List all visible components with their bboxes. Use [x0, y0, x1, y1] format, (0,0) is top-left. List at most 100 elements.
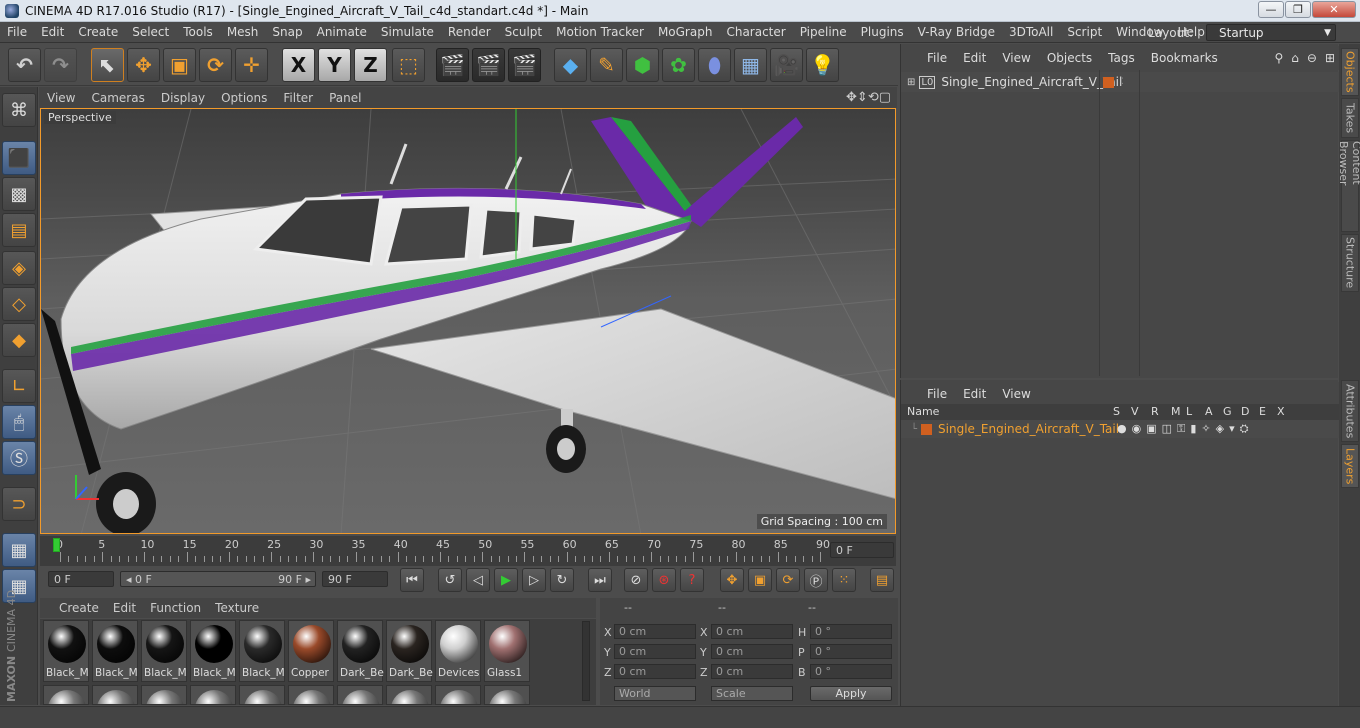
layer-column-header[interactable]: X	[1277, 405, 1285, 418]
size-y-field[interactable]: 0 cm	[711, 644, 793, 659]
next-frame-button[interactable]: ▷	[522, 568, 546, 592]
obj-menu-view[interactable]: View	[994, 51, 1038, 65]
layer-menu-edit[interactable]: Edit	[955, 387, 994, 401]
obj-menu-tags[interactable]: Tags	[1100, 51, 1143, 65]
coordinate-system-button[interactable]: ⬚	[392, 48, 425, 82]
go-to-start-button[interactable]: ⏮	[400, 568, 424, 592]
x-axis-lock[interactable]: X	[282, 48, 315, 82]
menu-file[interactable]: File	[0, 25, 34, 39]
camera-button[interactable]: 🎥	[770, 48, 803, 82]
render-to-picture-viewer-button[interactable]: 🎬	[472, 48, 505, 82]
start-frame-field[interactable]: 0 F	[48, 571, 114, 587]
rotation-p-field[interactable]: 0 °	[810, 644, 892, 659]
coordinate-space-select[interactable]: World	[614, 686, 696, 701]
render-view-button[interactable]: 🎬	[436, 48, 469, 82]
position-y-field[interactable]: 0 cm	[614, 644, 696, 659]
search-icon[interactable]: ⚲	[1270, 51, 1287, 65]
link-icon[interactable]: ⊖	[1303, 51, 1321, 65]
object-row[interactable]: ⊞ L0 Single_Engined_Aircraft_V_Tail ⁚	[901, 72, 1339, 92]
menu-character[interactable]: Character	[719, 25, 792, 39]
key-rotate-button[interactable]: ⟳	[776, 568, 800, 592]
new-window-icon[interactable]: ⊞	[1321, 51, 1339, 65]
floor-button[interactable]: ▦	[734, 48, 767, 82]
material-swatch[interactable]: Black_M	[190, 620, 236, 682]
home-icon[interactable]: ⌂	[1287, 51, 1303, 65]
menu-select[interactable]: Select	[125, 25, 176, 39]
viewport-menu-options[interactable]: Options	[213, 91, 275, 105]
layer-column-header[interactable]: R	[1151, 405, 1159, 418]
layer-column-header[interactable]: A	[1205, 405, 1213, 418]
material-swatch[interactable]	[141, 685, 187, 705]
object-name[interactable]: Single_Engined_Aircraft_V_Tail	[941, 75, 1122, 89]
layer-column-header[interactable]: V	[1131, 405, 1139, 418]
material-menu-texture[interactable]: Texture	[208, 601, 266, 615]
texture-mode-button[interactable]: ▩	[2, 177, 36, 211]
play-button[interactable]: ▶	[494, 568, 518, 592]
position-x-field[interactable]: 0 cm	[614, 624, 696, 639]
viewport-nav-icons[interactable]: ✥⇕⟲▢	[838, 90, 897, 105]
viewport-menu-display[interactable]: Display	[153, 91, 213, 105]
cube-object-button[interactable]: ◆	[554, 48, 587, 82]
material-swatch[interactable]: Glass1	[484, 620, 530, 682]
workplane-mode-button[interactable]: ▤	[2, 213, 36, 247]
rotate-tool[interactable]: ⟳	[199, 48, 232, 82]
menu-animate[interactable]: Animate	[310, 25, 374, 39]
end-frame-field[interactable]: 90 F	[322, 571, 388, 587]
snap-button[interactable]: Ⓢ	[2, 441, 36, 475]
model-mode-button[interactable]: ⬛	[2, 141, 36, 175]
menu-edit[interactable]: Edit	[34, 25, 71, 39]
viewport-menu-view[interactable]: View	[39, 91, 83, 105]
transform-tool[interactable]: ✛	[235, 48, 268, 82]
material-swatch[interactable]: Black_M	[239, 620, 285, 682]
material-swatch[interactable]: Devices	[435, 620, 481, 682]
layer-column-header[interactable]: S	[1113, 405, 1120, 418]
menu-snap[interactable]: Snap	[265, 25, 309, 39]
menu-vray-bridge[interactable]: V-Ray Bridge	[911, 25, 1002, 39]
layer-name[interactable]: Single_Engined_Aircraft_V_Tail	[938, 422, 1119, 436]
menu-tools[interactable]: Tools	[176, 25, 220, 39]
y-axis-lock[interactable]: Y	[318, 48, 351, 82]
viewport-menu-panel[interactable]: Panel	[321, 91, 369, 105]
layer-column-header[interactable]: D	[1241, 405, 1249, 418]
layer-column-header[interactable]: L	[1186, 405, 1192, 418]
expand-icon[interactable]: ⊞	[907, 77, 915, 88]
current-frame-field[interactable]: 0 F	[830, 542, 894, 558]
points-mode-button[interactable]: ◈	[2, 251, 36, 285]
material-swatch[interactable]	[239, 685, 285, 705]
previous-key-button[interactable]: ↺	[438, 568, 462, 592]
live-selection-tool[interactable]: ⬉	[91, 48, 124, 82]
material-swatch[interactable]: Black_M	[141, 620, 187, 682]
position-z-field[interactable]: 0 cm	[614, 664, 696, 679]
menu-script[interactable]: Script	[1060, 25, 1109, 39]
material-menu-edit[interactable]: Edit	[106, 601, 143, 615]
next-key-button[interactable]: ↻	[550, 568, 574, 592]
menu-mograph[interactable]: MoGraph	[651, 25, 720, 39]
record-position-button[interactable]: ⊘	[624, 568, 648, 592]
move-tool[interactable]: ✥	[127, 48, 160, 82]
layer-column-header[interactable]: E	[1259, 405, 1266, 418]
edit-render-settings-button[interactable]: 🎬	[508, 48, 541, 82]
timeline-window-button[interactable]: ▤	[870, 568, 894, 592]
undo-button[interactable]: ↶	[8, 48, 41, 82]
menu-simulate[interactable]: Simulate	[374, 25, 441, 39]
material-menu-create[interactable]: Create	[52, 601, 106, 615]
light-button[interactable]: 💡	[806, 48, 839, 82]
spline-pen-button[interactable]: ✎	[590, 48, 623, 82]
minimize-button[interactable]: —	[1258, 1, 1284, 18]
maximize-button[interactable]: ❐	[1285, 1, 1311, 18]
redo-button[interactable]: ↷	[44, 48, 77, 82]
layer-menu-view[interactable]: View	[994, 387, 1038, 401]
layer-column-header[interactable]: Name	[907, 405, 939, 418]
tab-structure[interactable]: Structure	[1341, 234, 1359, 292]
obj-menu-objects[interactable]: Objects	[1039, 51, 1100, 65]
magnet-button[interactable]: ⊃	[2, 487, 36, 521]
deformer-button[interactable]: ⬮	[698, 48, 731, 82]
material-swatch[interactable]	[484, 685, 530, 705]
record-active-button[interactable]: ⊛	[652, 568, 676, 592]
menu-plugins[interactable]: Plugins	[854, 25, 911, 39]
layer-color-swatch[interactable]	[921, 423, 933, 435]
viewport-menu-filter[interactable]: Filter	[275, 91, 321, 105]
perspective-viewport[interactable]: Perspective Grid Spacing : 100 cm	[40, 108, 896, 534]
layout-select[interactable]: Startup ▼	[1206, 24, 1336, 41]
viewport-menu-cameras[interactable]: Cameras	[83, 91, 152, 105]
